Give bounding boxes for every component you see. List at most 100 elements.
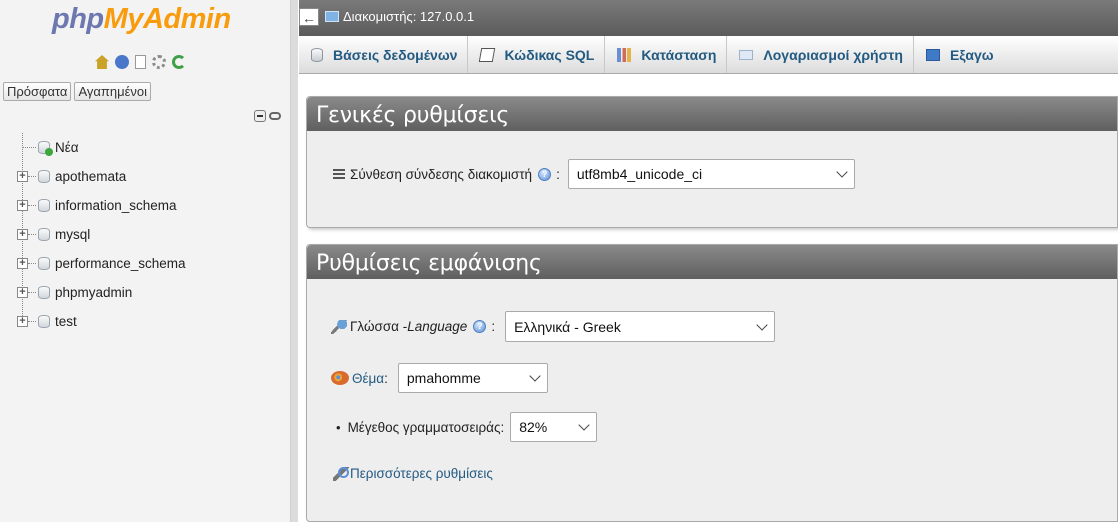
database-icon bbox=[38, 286, 50, 299]
tree-branch bbox=[28, 321, 36, 322]
tab-status[interactable]: Κατάσταση bbox=[605, 36, 728, 73]
tab-label: Κατάσταση bbox=[641, 46, 717, 63]
more-settings-row: Περισσότερες ρυθμίσεις bbox=[333, 466, 493, 481]
tab-user-accounts[interactable]: Λογαριασμοί χρήστη bbox=[727, 36, 914, 73]
tree-branch bbox=[22, 147, 36, 148]
status-icon bbox=[617, 47, 632, 62]
font-size-value: 82% bbox=[519, 419, 548, 435]
tree-item-phpmyadmin[interactable]: + phpmyadmin bbox=[14, 278, 284, 307]
collapse-all-icon[interactable] bbox=[254, 110, 266, 122]
chevron-down-icon bbox=[756, 318, 768, 331]
logo-php-text: php bbox=[52, 3, 104, 35]
expand-icon[interactable]: + bbox=[17, 258, 28, 269]
expand-icon[interactable]: + bbox=[17, 316, 28, 327]
expand-icon[interactable]: + bbox=[17, 200, 28, 211]
main-tabs: Βάσεις δεδομένων Κώδικας SQL Κατάσταση Λ… bbox=[299, 36, 1118, 74]
tree-label: test bbox=[55, 314, 77, 329]
database-icon bbox=[311, 47, 323, 62]
language-value: Ελληνικά - Greek bbox=[514, 318, 621, 335]
theme-colon: : bbox=[384, 370, 388, 386]
more-settings-link[interactable]: Περισσότερες ρυθμίσεις bbox=[350, 466, 493, 481]
theme-icon bbox=[331, 371, 349, 385]
language-colon: : bbox=[491, 319, 496, 334]
tab-label: Λογαριασμοί χρήστη bbox=[763, 46, 903, 63]
settings-icon[interactable] bbox=[152, 55, 166, 69]
expand-icon[interactable]: + bbox=[17, 287, 28, 298]
language-row: Γλώσσα - Language ? : Ελληνικά - Greek bbox=[331, 311, 776, 342]
collation-colon: : bbox=[556, 166, 560, 182]
server-icon bbox=[325, 11, 339, 22]
collation-select[interactable]: utf8mb4_unicode_ci bbox=[567, 159, 855, 189]
tree-label: Νέα bbox=[55, 140, 79, 155]
chevron-down-icon bbox=[836, 166, 848, 178]
link-with-main-icon[interactable] bbox=[269, 112, 281, 120]
database-icon bbox=[38, 257, 50, 270]
expand-icon[interactable]: + bbox=[17, 171, 28, 182]
database-icon bbox=[38, 199, 50, 212]
phpmyadmin-logo[interactable]: phpMyAdmin bbox=[52, 3, 231, 45]
tree-label: apothemata bbox=[55, 169, 127, 184]
favorites-button[interactable]: Αγαπημένοι bbox=[74, 82, 152, 101]
collation-value: utf8mb4_unicode_ci bbox=[576, 166, 703, 182]
tree-label: information_schema bbox=[55, 198, 177, 213]
theme-label[interactable]: Θέμα bbox=[352, 371, 384, 386]
tab-sql[interactable]: Κώδικας SQL bbox=[468, 36, 606, 73]
tab-label: Εξαγω bbox=[949, 46, 994, 63]
back-arrow-icon[interactable]: ← bbox=[299, 8, 319, 26]
tree-branch bbox=[28, 234, 36, 235]
tab-databases[interactable]: Βάσεις δεδομένων bbox=[299, 36, 469, 73]
list-icon bbox=[333, 169, 345, 179]
language-label-english: Language bbox=[407, 319, 468, 334]
logo-myadmin-text: MyAdmin bbox=[103, 3, 232, 35]
tree-item-performance-schema[interactable]: + performance_schema bbox=[14, 249, 284, 278]
collation-row: Σύνθεση σύνδεσης διακομιστή ? : utf8mb4_… bbox=[333, 159, 855, 189]
quick-icons bbox=[95, 55, 186, 69]
database-icon bbox=[38, 228, 50, 241]
export-icon bbox=[925, 48, 940, 61]
bullet: • bbox=[336, 419, 341, 435]
tab-label: Κώδικας SQL bbox=[504, 46, 595, 63]
home-icon[interactable] bbox=[95, 55, 109, 69]
theme-value: pmahomme bbox=[406, 370, 481, 386]
tree-item-apothemata[interactable]: + apothemata bbox=[14, 162, 284, 191]
chevron-down-icon bbox=[529, 370, 541, 382]
theme-select[interactable]: pmahomme bbox=[397, 363, 548, 393]
tree-branch bbox=[28, 263, 36, 264]
tree-branch bbox=[28, 292, 36, 293]
tree-item-new[interactable]: Νέα bbox=[14, 133, 284, 162]
database-icon bbox=[38, 315, 50, 328]
panel-title: Γενικές ρυθμίσεις bbox=[307, 97, 1117, 131]
language-icon bbox=[331, 319, 347, 334]
reload-icon[interactable] bbox=[172, 55, 186, 69]
expand-icon[interactable]: + bbox=[17, 229, 28, 240]
server-breadcrumb[interactable]: Διακομιστής: 127.0.0.1 bbox=[343, 9, 474, 24]
help-icon[interactable]: ? bbox=[538, 167, 552, 181]
appearance-settings-panel: Ρυθμίσεις εμφάνισης Γλώσσα - Language ? … bbox=[306, 244, 1118, 522]
database-tree: Νέα + apothemata + information_schema + … bbox=[14, 133, 284, 336]
tree-label: mysql bbox=[55, 227, 91, 242]
tab-export[interactable]: Εξαγω bbox=[914, 36, 1004, 73]
tree-item-mysql[interactable]: + mysql bbox=[14, 220, 284, 249]
help-icon[interactable]: ? bbox=[473, 320, 487, 333]
font-size-select[interactable]: 82% bbox=[510, 412, 598, 442]
general-settings-panel: Γενικές ρυθμίσεις Σύνθεση σύνδεσης διακο… bbox=[306, 96, 1118, 228]
tree-branch bbox=[28, 205, 36, 206]
tree-item-test[interactable]: + test bbox=[14, 307, 284, 336]
navigation-sidebar: phpMyAdmin Πρόσφατα Αγαπημένοι Νέα + apo… bbox=[0, 0, 290, 522]
logout-icon[interactable] bbox=[115, 55, 129, 69]
language-select[interactable]: Ελληνικά - Greek bbox=[505, 311, 776, 342]
tree-item-information-schema[interactable]: + information_schema bbox=[14, 191, 284, 220]
language-label: Γλώσσα - bbox=[350, 319, 408, 334]
new-database-icon bbox=[38, 141, 53, 156]
theme-row: Θέμα : pmahomme bbox=[331, 363, 548, 393]
sidebar-resizer[interactable] bbox=[290, 0, 298, 522]
font-size-row: • Μέγεθος γραμματοσειράς: 82% bbox=[333, 412, 598, 442]
chevron-down-icon bbox=[578, 419, 590, 431]
docs-icon[interactable] bbox=[135, 55, 146, 69]
users-icon bbox=[739, 49, 754, 60]
sql-icon bbox=[479, 47, 496, 62]
font-size-label: Μέγεθος γραμματοσειράς: bbox=[347, 419, 505, 435]
recent-button[interactable]: Πρόσφατα bbox=[3, 82, 72, 101]
tree-controls bbox=[254, 110, 281, 122]
server-breadcrumb-bar: ← Διακομιστής: 127.0.0.1 bbox=[299, 0, 1118, 36]
